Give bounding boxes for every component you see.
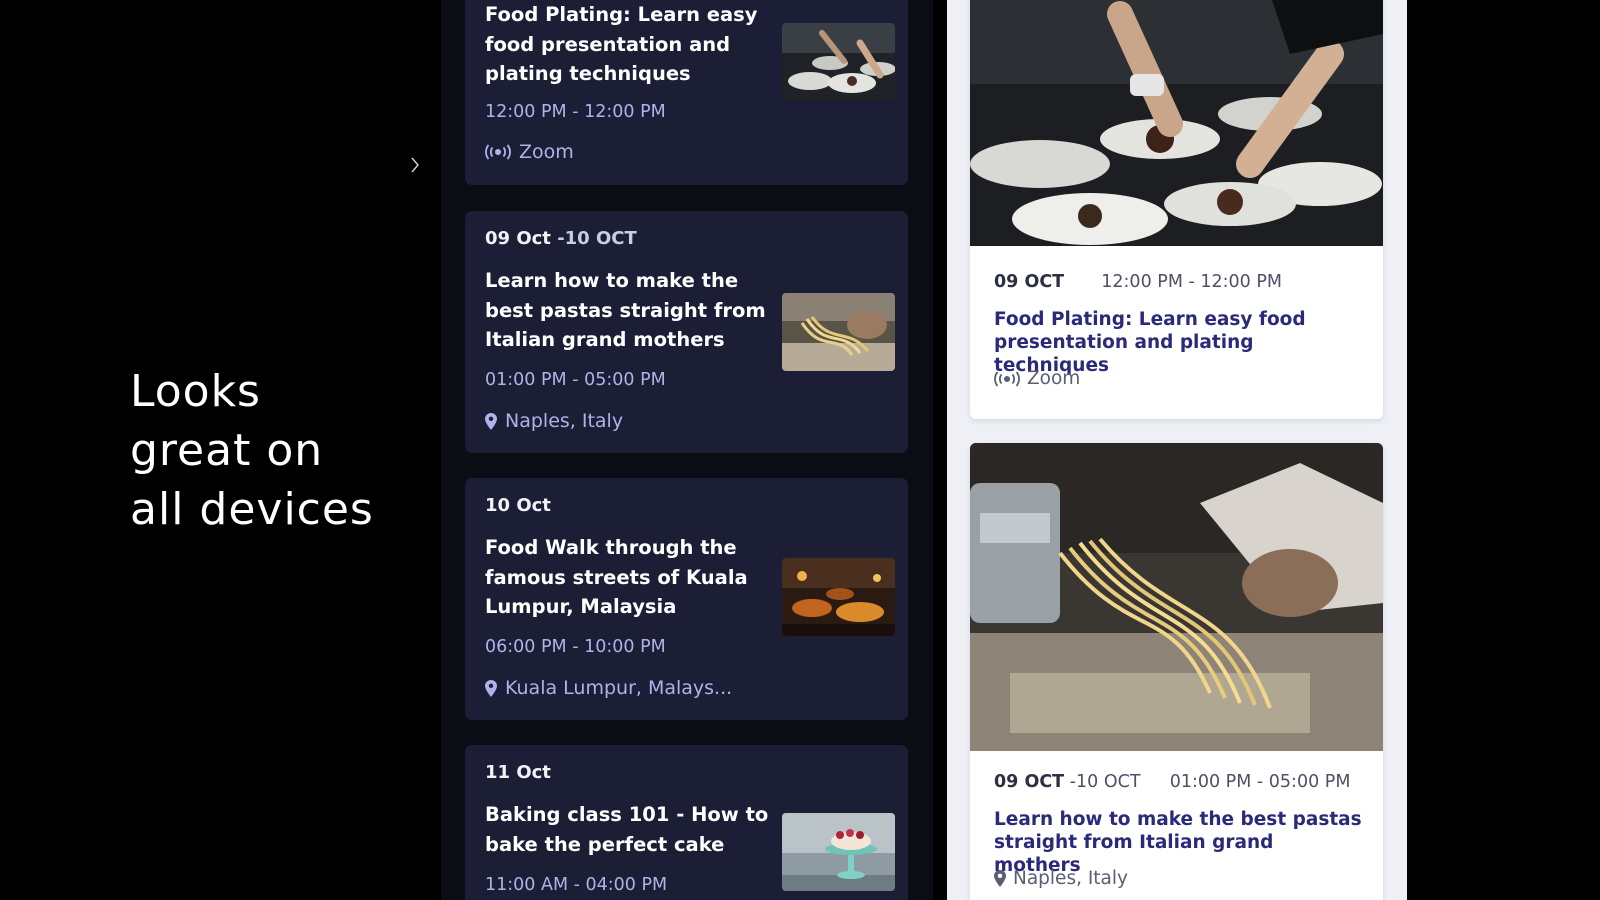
tagline-line-1: Looks (130, 366, 261, 417)
event-title: Learn how to make the best pastas straig… (994, 809, 1362, 876)
event-date-start: 09 Oct (485, 228, 551, 249)
event-title: Food Plating: Learn easy food presentati… (994, 309, 1306, 376)
event-location-label: Kuala Lumpur, Malays... (505, 677, 733, 699)
event-location-label: Naples, Italy (1013, 868, 1128, 889)
event-date: 09 Oct -10 OCT (485, 228, 637, 249)
event-title: Food Walk through the famous streets of … (485, 536, 748, 618)
event-location: Naples, Italy (994, 868, 1128, 889)
event-time: 12:00 PM - 12:00 PM (485, 102, 666, 122)
event-image (970, 0, 1383, 246)
event-image (970, 443, 1383, 751)
event-location: Zoom (994, 368, 1080, 389)
map-pin-icon (485, 412, 497, 430)
event-time: 06:00 PM - 10:00 PM (485, 637, 666, 657)
broadcast-icon (485, 144, 511, 160)
event-title: Learn how to make the best pastas straig… (485, 269, 766, 351)
event-time: 11:00 AM - 04:00 PM (485, 875, 668, 895)
event-meta: 09 OCT -10 OCT 01:00 PM - 05:00 PM (994, 772, 1350, 792)
event-card[interactable]: 09 OCT -10 OCT 01:00 PM - 05:00 PM Learn… (970, 443, 1383, 900)
dark-phone-screen: Food Plating: Learn easy food presentati… (441, 0, 933, 900)
event-card[interactable]: 10 Oct Food Walk through the famous stre… (465, 478, 908, 720)
map-pin-icon (485, 679, 497, 697)
event-title: Food Plating: Learn easy food presentati… (485, 3, 758, 85)
map-pin-icon (994, 870, 1006, 887)
event-thumbnail (782, 558, 895, 636)
tagline: Looks great on all devices (130, 362, 410, 539)
event-location-label: Zoom (519, 141, 574, 163)
event-location-label: Zoom (1027, 368, 1081, 389)
event-date: 11 Oct (485, 762, 551, 783)
event-meta: 09 OCT 12:00 PM - 12:00 PM (994, 272, 1282, 292)
tagline-line-2: great on (130, 425, 324, 476)
event-date: 09 OCT (994, 272, 1065, 292)
event-date-start: 09 OCT (994, 772, 1065, 792)
event-date-end: -10 OCT (1069, 772, 1141, 792)
tagline-line-3: all devices (130, 484, 374, 535)
event-location: Kuala Lumpur, Malays... (485, 677, 732, 699)
event-thumbnail (782, 23, 895, 101)
event-location: Zoom (485, 141, 574, 163)
event-date-end: -10 OCT (557, 228, 637, 249)
event-time: 12:00 PM - 12:00 PM (1101, 272, 1282, 292)
event-card[interactable]: 09 Oct -10 OCT Learn how to make the bes… (465, 211, 908, 453)
event-thumbnail (782, 293, 895, 371)
event-time: 01:00 PM - 05:00 PM (485, 370, 666, 390)
event-date: 10 Oct (485, 495, 551, 516)
event-card[interactable]: 09 OCT 12:00 PM - 12:00 PM Food Plating:… (970, 0, 1383, 419)
event-time: 01:00 PM - 05:00 PM (1169, 772, 1351, 792)
broadcast-icon (994, 370, 1020, 387)
event-card[interactable]: Food Plating: Learn easy food presentati… (465, 0, 908, 185)
event-location-label: Naples, Italy (505, 410, 624, 432)
event-location: Naples, Italy (485, 410, 623, 432)
event-thumbnail (782, 813, 895, 891)
event-card[interactable]: 11 Oct Baking class 101 - How to bake th… (465, 745, 908, 900)
event-title: Baking class 101 - How to bake the perfe… (485, 803, 769, 856)
chevron-right-icon[interactable] (410, 156, 420, 174)
light-phone-screen: 09 OCT 12:00 PM - 12:00 PM Food Plating:… (947, 0, 1407, 900)
